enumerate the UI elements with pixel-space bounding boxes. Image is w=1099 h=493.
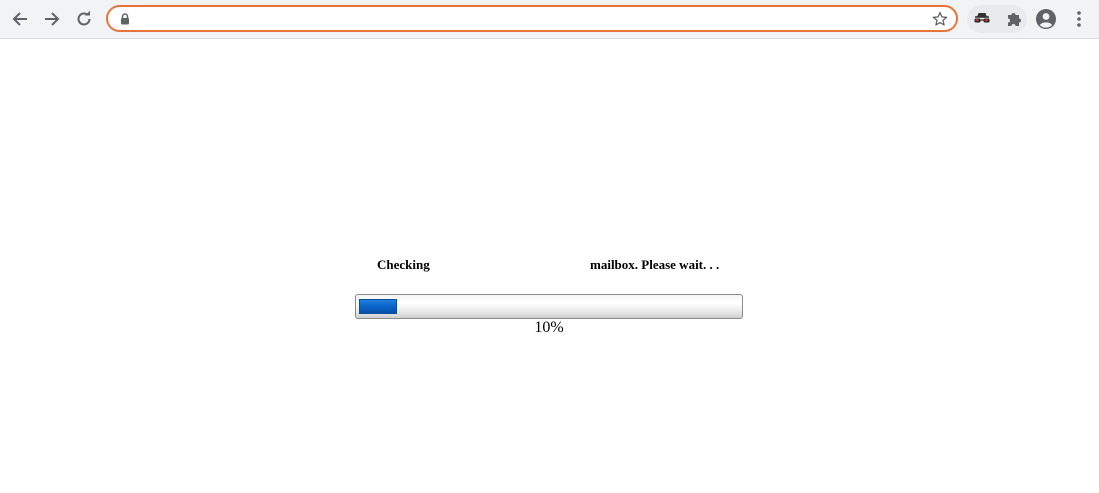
browser-toolbar bbox=[0, 0, 1099, 39]
star-icon[interactable] bbox=[932, 11, 948, 27]
progress-bar-fill bbox=[359, 299, 397, 314]
incognito-icon[interactable] bbox=[972, 9, 992, 29]
forward-button[interactable] bbox=[38, 5, 66, 33]
address-bar[interactable] bbox=[106, 5, 958, 32]
puzzle-icon[interactable] bbox=[1004, 9, 1024, 29]
arrow-left-icon bbox=[12, 12, 27, 26]
lock-icon bbox=[121, 13, 129, 25]
kebab-menu-icon[interactable] bbox=[1070, 8, 1088, 30]
status-message-start: Checking bbox=[377, 257, 430, 272]
reload-button[interactable] bbox=[70, 5, 98, 33]
progress-percent-label: 10% bbox=[534, 319, 564, 336]
back-button[interactable] bbox=[6, 5, 34, 33]
reload-icon bbox=[77, 10, 91, 26]
account-icon[interactable] bbox=[1035, 8, 1057, 30]
status-message-end: mailbox. Please wait. . . bbox=[590, 257, 720, 272]
url-input[interactable] bbox=[138, 10, 922, 30]
arrow-right-icon bbox=[45, 12, 60, 26]
progress-bar bbox=[355, 294, 743, 319]
